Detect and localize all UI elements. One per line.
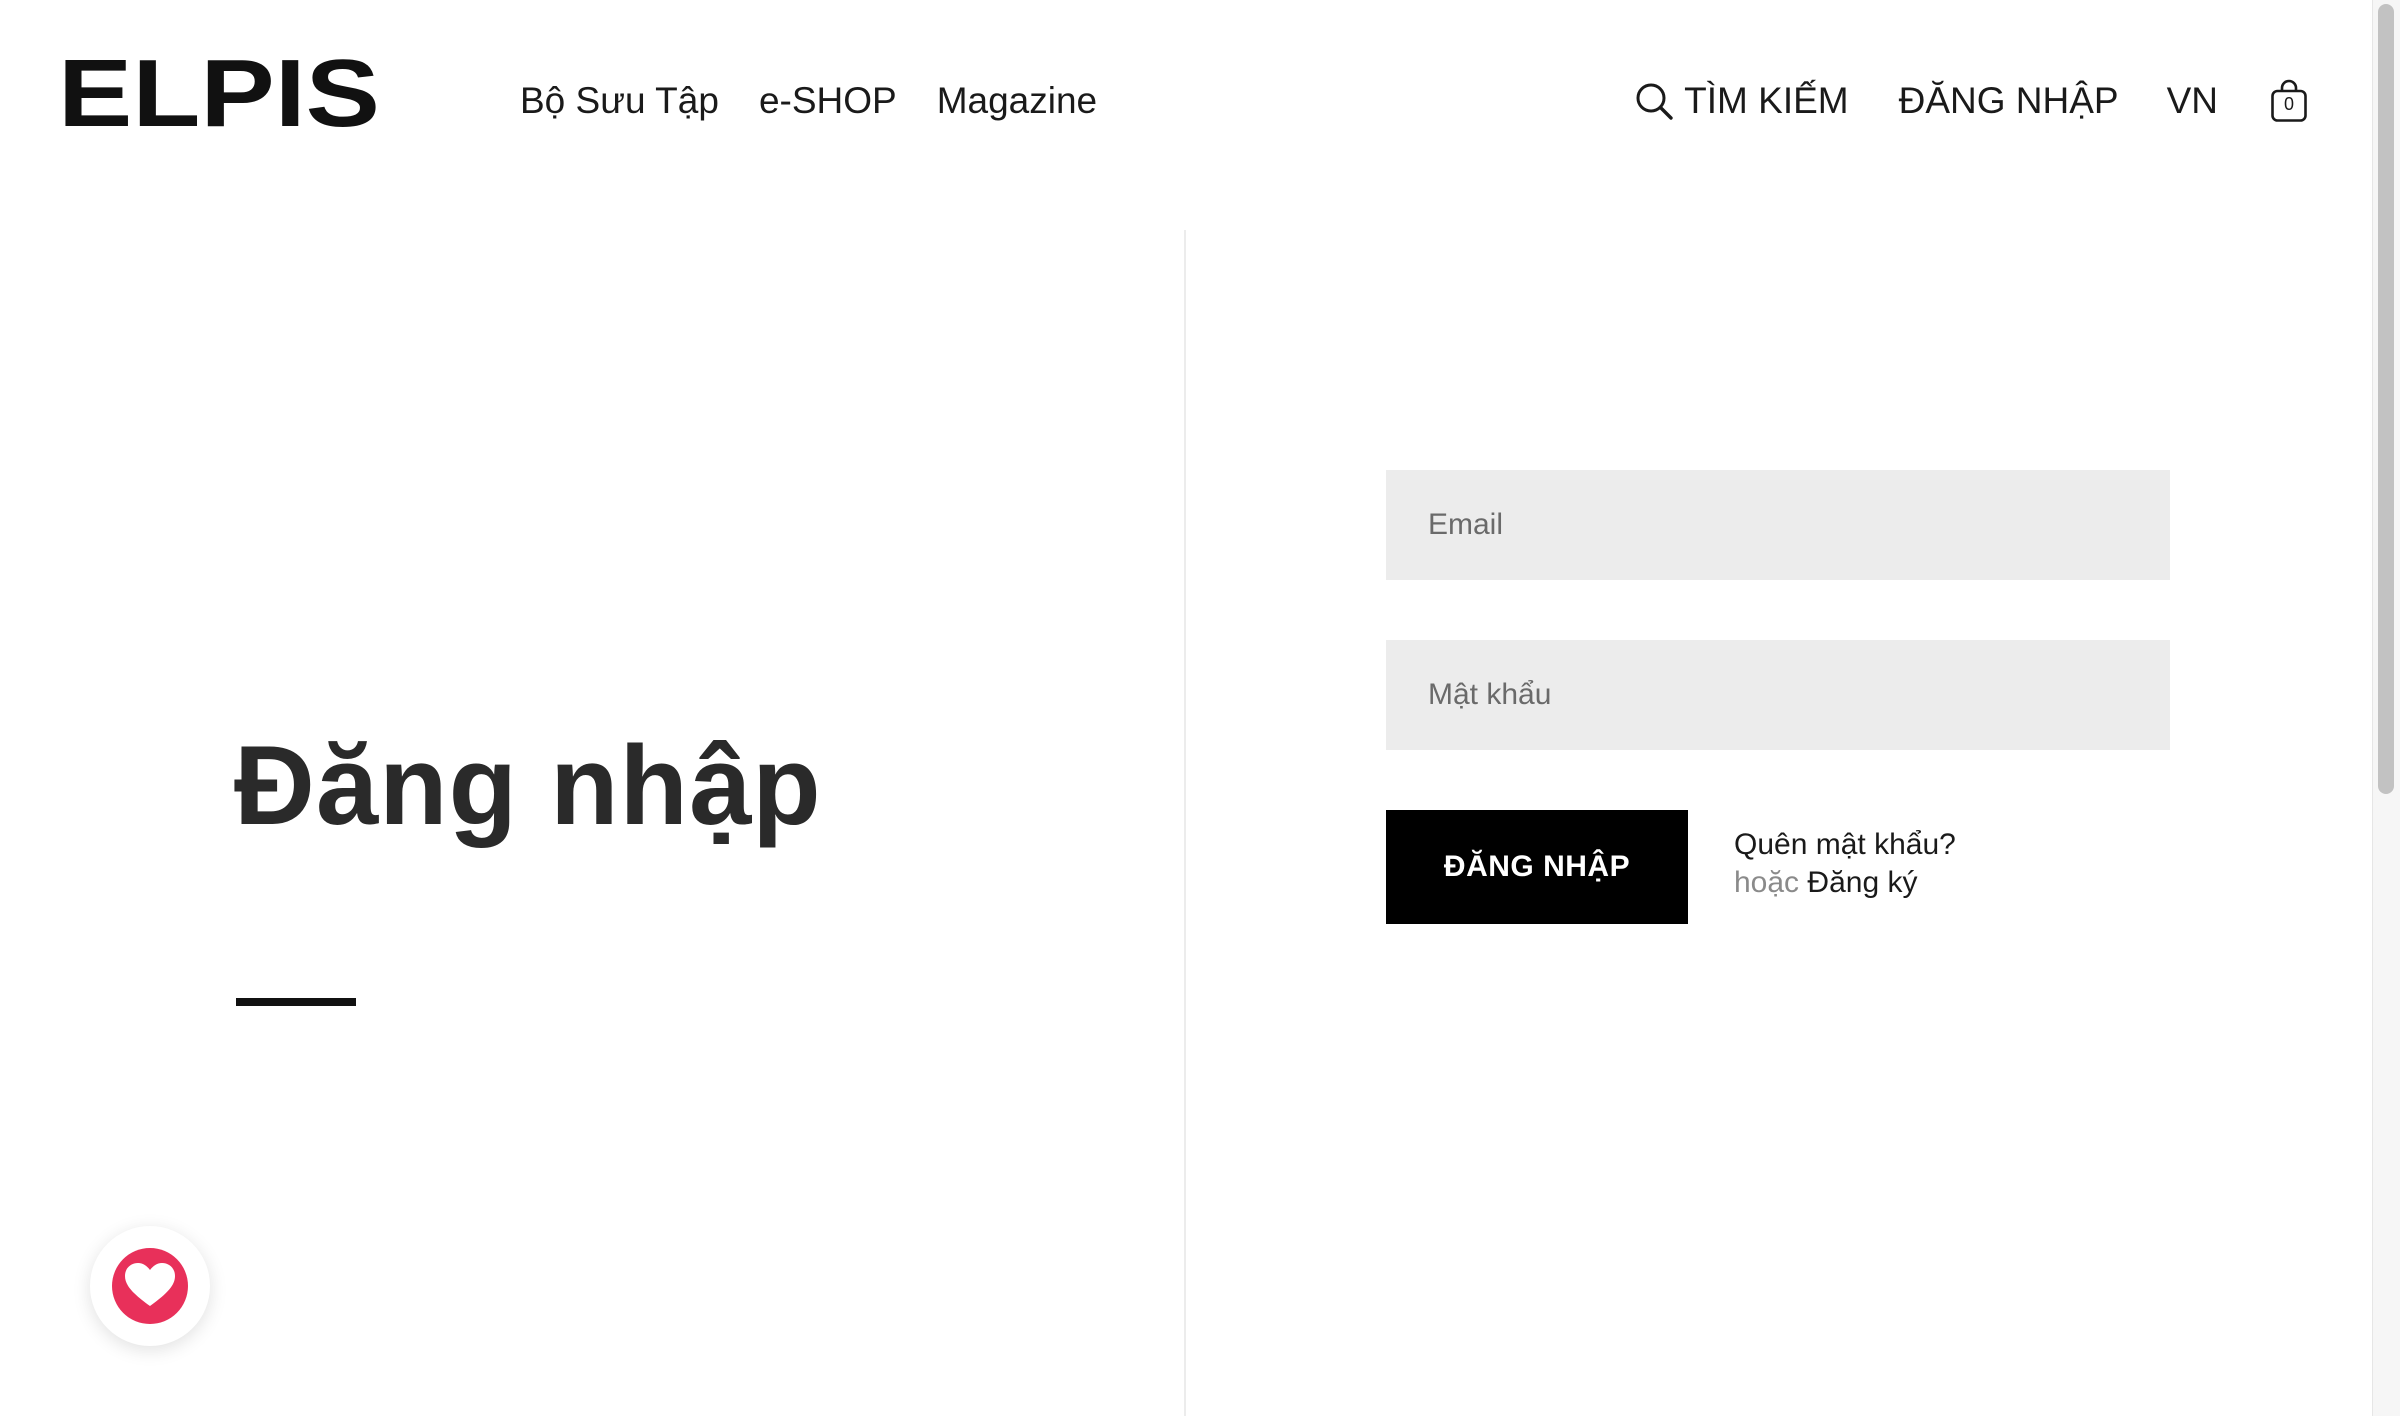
language-switcher[interactable]: VN: [2167, 76, 2218, 126]
title-underline: [236, 998, 356, 1006]
elpis-logo: ELPIS: [58, 50, 380, 136]
heart-icon: [110, 1246, 190, 1326]
vertical-divider: [1184, 230, 1186, 1416]
form-links: Quên mật khẩu? hoặc Đăng ký: [1734, 826, 1956, 902]
search-label: TÌM KIẾM: [1684, 80, 1849, 121]
forgot-password-link[interactable]: Quên mật khẩu?: [1734, 828, 1956, 861]
wishlist-button[interactable]: [90, 1226, 210, 1346]
svg-text:ELPIS: ELPIS: [58, 50, 380, 136]
search-link[interactable]: TÌM KIẾM: [1634, 76, 1849, 126]
cart-count: 0: [2283, 94, 2294, 114]
utility-nav: TÌM KIẾM ĐĂNG NHẬP VN 0: [1634, 76, 2308, 126]
main-nav: Bộ Sưu Tập e-SHOP Magazine: [520, 76, 1137, 126]
nav-item-collection[interactable]: Bộ Sưu Tập: [520, 76, 719, 126]
password-field[interactable]: [1386, 640, 2170, 750]
or-text: hoặc: [1734, 866, 1800, 899]
nav-item-eshop[interactable]: e-SHOP: [759, 76, 897, 126]
register-link[interactable]: Đăng ký: [1807, 866, 1917, 899]
nav-item-magazine[interactable]: Magazine: [937, 76, 1097, 126]
search-icon: [1634, 81, 1674, 121]
email-field[interactable]: [1386, 470, 2170, 580]
logo-link[interactable]: ELPIS: [58, 50, 380, 136]
header-login-link[interactable]: ĐĂNG NHẬP: [1899, 76, 2119, 126]
login-button[interactable]: ĐĂNG NHẬP: [1386, 810, 1688, 924]
cart-button[interactable]: 0: [2270, 79, 2308, 123]
page-title: Đăng nhập: [234, 723, 822, 848]
scrollbar-thumb[interactable]: [2378, 4, 2394, 794]
